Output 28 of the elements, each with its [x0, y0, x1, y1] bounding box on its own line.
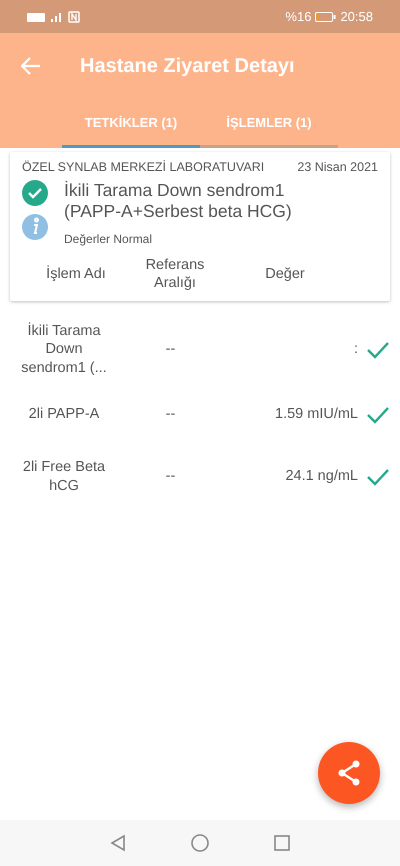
page-title: Hastane Ziyaret Detayı	[80, 54, 295, 79]
table-cell-text: --	[164, 340, 176, 359]
lab-name: ÖZEL SYNLAB MERKEZİ LABORATUVARI	[22, 158, 264, 176]
table-cell-text: :	[352, 340, 358, 359]
table-cell-text: --	[164, 466, 176, 486]
test-name: İkili Tarama Down sendrom1 (PAPP-A+Serbest beta HCG)	[64, 180, 293, 222]
column-header: İşlem Adı	[45, 265, 107, 284]
test-date: 23 Nisan 2021	[297, 158, 378, 176]
tab[interactable]: İŞLEMLER (1)	[200, 99, 338, 148]
column-header: Referans Aralığı	[144, 256, 206, 292]
table-cell-text: 2li PAPP-A	[28, 405, 100, 424]
share-button[interactable]	[318, 742, 380, 804]
info-icon[interactable]	[22, 214, 48, 240]
battery-percent: %16	[285, 8, 312, 26]
battery-icon	[315, 12, 336, 22]
result-note: Değerler Normal	[64, 231, 154, 248]
home-icon[interactable]	[191, 834, 209, 852]
recents-icon[interactable]	[273, 834, 291, 852]
table-cell-text: 1.59 mIU/mL	[274, 404, 358, 424]
back-icon[interactable]	[109, 834, 127, 852]
tab[interactable]: TETKİKLER (1)	[62, 99, 200, 148]
column-header: Değer	[264, 265, 306, 284]
table-cell-text: 2li Free Beta hCG	[22, 458, 106, 495]
clock: 20:58	[340, 8, 373, 26]
table-cell-text: İkili Tarama Down sendrom1 (...	[20, 322, 108, 377]
table-cell-text: --	[164, 404, 176, 424]
check-circle-icon	[22, 180, 48, 206]
table-cell-text: 24.1 ng/mL	[284, 466, 358, 486]
